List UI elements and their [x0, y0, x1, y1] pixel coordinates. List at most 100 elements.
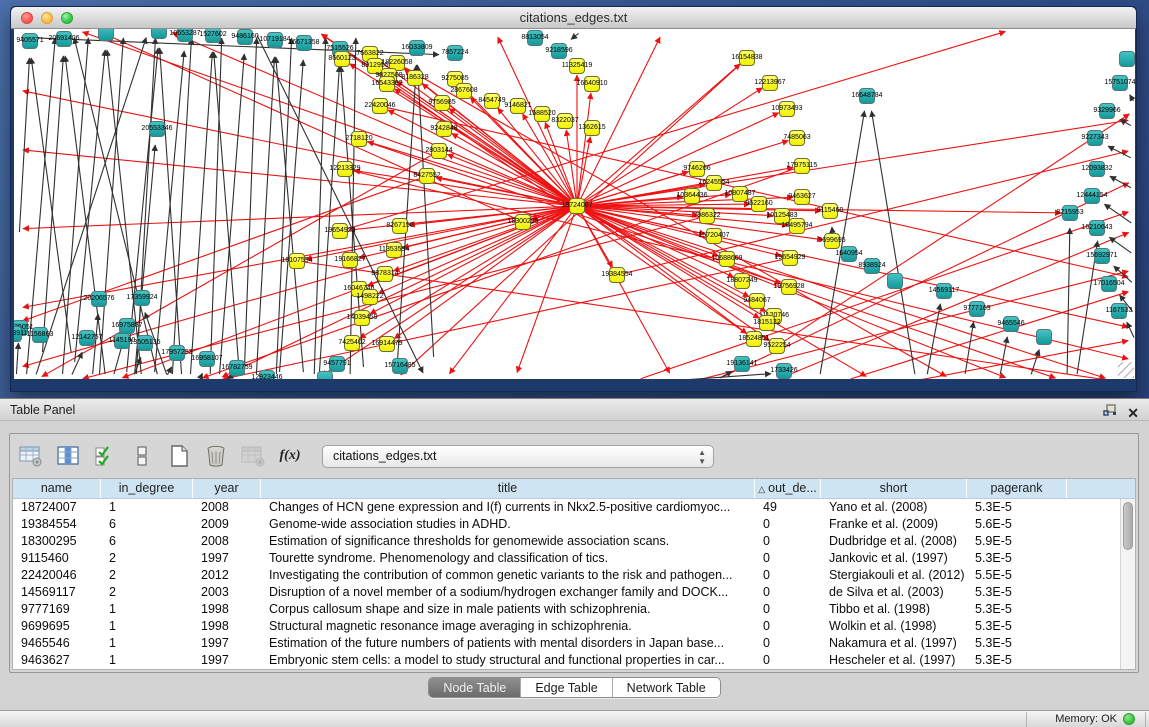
graph-node[interactable]: 1588520	[534, 106, 550, 122]
graph-node[interactable]: 7986322	[699, 208, 715, 224]
graph-node[interactable]: 16975887	[119, 318, 135, 334]
graph-node[interactable]: 1167533	[1111, 303, 1127, 319]
graph-node[interactable]: 10688609	[719, 251, 735, 267]
graph-node[interactable]: 16914479	[379, 336, 395, 352]
graph-node[interactable]: 10364436	[684, 188, 700, 204]
graph-node[interactable]: 22420046	[372, 98, 388, 114]
graph-node[interactable]: 18524851	[746, 331, 762, 347]
graph-node[interactable]: 2803144	[431, 143, 447, 159]
graph-node[interactable]: 12923446	[259, 370, 275, 379]
graph-node[interactable]: 1145190	[114, 333, 130, 349]
graph-node[interactable]: 1527602	[205, 29, 221, 43]
graph-node[interactable]: 12213329	[337, 161, 353, 177]
graph-node[interactable]: 9756985	[434, 95, 450, 111]
graph-node[interactable]: 16210643	[1089, 220, 1105, 236]
graph-node[interactable]: 14569117	[936, 283, 952, 299]
graph-node[interactable]: 16958107	[199, 351, 215, 367]
vertical-scrollbar[interactable]	[1120, 499, 1135, 670]
column-header-out-de-[interactable]: △out_de...	[755, 479, 821, 498]
graph-node[interactable]: 11325419	[569, 58, 585, 74]
graph-node[interactable]: 9115460	[822, 203, 838, 219]
graph-node[interactable]: 1640954	[841, 246, 857, 262]
graph-node[interactable]: 19756928	[781, 279, 797, 295]
graph-node[interactable]: 17975115	[794, 158, 810, 174]
graph-node[interactable]: 19136141	[734, 356, 750, 372]
graph-node[interactable]: 18300295	[515, 214, 531, 230]
table-selector-dropdown[interactable]: citations_edges.txt ▲▼	[322, 445, 714, 468]
graph-node[interactable]: 15751074	[1112, 75, 1128, 91]
graph-node[interactable]: 1498222	[362, 289, 378, 305]
graph-node[interactable]: 19654929	[782, 250, 798, 266]
graph-node[interactable]: 9218596	[551, 43, 567, 59]
graph-node[interactable]: 8660123	[334, 51, 350, 67]
graph-node[interactable]: 10653287	[177, 29, 193, 42]
graph-node[interactable]: 9777169	[969, 301, 985, 317]
graph-node[interactable]: 8427552	[419, 168, 435, 184]
table-row[interactable]: 1456911722003Disruption of a novel membe…	[13, 584, 1135, 601]
graph-node[interactable]	[887, 273, 903, 289]
new-table-icon[interactable]	[166, 443, 192, 469]
graph-node[interactable]: 20206576	[91, 291, 107, 307]
graph-node[interactable]: 18807249	[734, 273, 750, 289]
graph-node[interactable]: 8186328	[407, 70, 423, 86]
graph-node[interactable]: 17359924	[134, 290, 150, 306]
graph-node[interactable]: 9746266	[689, 161, 705, 177]
table-row[interactable]: 1872400712008Changes of HCN gene express…	[13, 499, 1135, 516]
graph-node[interactable]: 12142757	[79, 330, 95, 346]
column-header-pagerank[interactable]: pagerank	[967, 479, 1067, 498]
graph-node[interactable]: 20691406	[56, 31, 72, 47]
graph-node[interactable]: 16782759	[229, 360, 245, 376]
close-panel-icon[interactable]: ✕	[1127, 405, 1139, 421]
graph-node[interactable]: 16648784	[859, 88, 875, 104]
graph-node[interactable]	[1119, 51, 1135, 67]
window-resize-grip[interactable]	[1118, 362, 1134, 378]
graph-node[interactable]: 15720407	[706, 228, 722, 244]
scrollbar-thumb[interactable]	[1123, 502, 1133, 550]
graph-node[interactable]: 12444154	[1084, 188, 1100, 204]
column-visibility-icon[interactable]	[55, 443, 81, 469]
graph-node[interactable]: 16245554	[706, 175, 722, 191]
tab-network-table[interactable]: Network Table	[613, 678, 720, 697]
graph-node[interactable]: 12093832	[1089, 161, 1105, 177]
network-window[interactable]: citations_edges.txt 18724007940557120691…	[10, 6, 1137, 392]
graph-node[interactable]: 8215953	[1062, 205, 1078, 221]
graph-node[interactable]	[317, 371, 333, 379]
graph-node[interactable]	[1036, 329, 1052, 345]
table-row[interactable]: 946554611997Estimation of the future num…	[13, 635, 1135, 652]
graph-node[interactable]: 2718120	[351, 131, 367, 147]
column-header-name[interactable]: name	[13, 479, 101, 498]
graph-node[interactable]: 9484067	[749, 293, 765, 309]
graph-node[interactable]: 18495794	[789, 218, 805, 234]
graph-node[interactable]: 9522254	[769, 338, 785, 354]
graph-node[interactable]: 3913911	[14, 326, 22, 342]
graph-node[interactable]: 1156863	[32, 327, 48, 343]
network-canvas[interactable]: 1872400794055712069140610653287152760294…	[14, 29, 1135, 379]
graph-node[interactable]: 9227343	[1087, 130, 1103, 146]
graph-node[interactable]: 20553346	[149, 121, 165, 137]
graph-node[interactable]: 17957253	[169, 345, 185, 361]
graph-node[interactable]: 8938924	[864, 258, 880, 274]
graph-node[interactable]: 2867608	[456, 83, 472, 99]
graph-node[interactable]	[98, 29, 114, 41]
table-row[interactable]: 977716911998Corpus callosum shape and si…	[13, 601, 1135, 618]
table-row[interactable]: 1830029562008Estimation of significance …	[13, 533, 1135, 550]
graph-node[interactable]: 1362615	[584, 120, 600, 136]
column-header-title[interactable]: title	[261, 479, 755, 498]
table-row[interactable]: 911546021997Tourette syndrome. Phenomeno…	[13, 550, 1135, 567]
graph-node[interactable]: 10719184	[267, 32, 283, 48]
graph-node[interactable]: 7425402	[344, 335, 360, 351]
row-selection-icon[interactable]	[92, 443, 118, 469]
graph-node[interactable]: 11353594	[386, 242, 402, 258]
toggle-views-icon[interactable]	[129, 443, 155, 469]
delete-rows-icon[interactable]	[203, 443, 229, 469]
graph-node[interactable]: 19654923	[332, 223, 348, 239]
graph-node[interactable]: 1815132	[759, 315, 775, 331]
tab-node-table[interactable]: Node Table	[429, 678, 521, 697]
graph-node[interactable]: 18107554	[289, 253, 305, 269]
graph-node[interactable]: 9329966	[1099, 103, 1115, 119]
column-header-year[interactable]: year	[193, 479, 261, 498]
tab-edge-table[interactable]: Edge Table	[521, 678, 612, 697]
close-button[interactable]	[21, 12, 33, 24]
graph-node[interactable]: 7485063	[789, 130, 805, 146]
graph-node[interactable]: 8454749	[484, 93, 500, 109]
